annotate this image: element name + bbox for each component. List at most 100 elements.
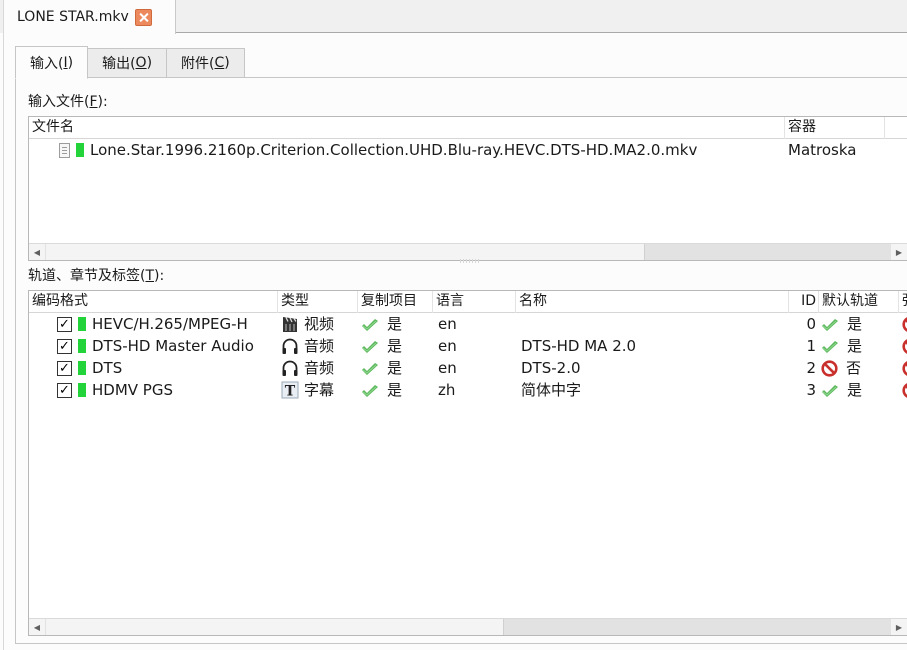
splitter-handle[interactable] (460, 259, 480, 263)
column-header-copy[interactable]: 复制项目 (358, 291, 433, 313)
close-x-icon[interactable] (134, 8, 152, 26)
tracks-label-mnemonic: T (145, 268, 155, 284)
track-id-text: 0 (806, 315, 816, 333)
column-header-codec[interactable]: 编码格式 (29, 291, 278, 313)
track-row[interactable]: ✓ HDMV PGS T 字幕 是 zh 简体中字 3 是 (29, 379, 907, 401)
codec-text: HDMV PGS (92, 381, 173, 399)
tab-input[interactable]: 输入(I) (15, 46, 89, 79)
forced-cell (899, 313, 907, 335)
no-icon (902, 338, 907, 355)
filename-cell: Lone.Star.1996.2160p.Criterion.Collectio… (29, 139, 785, 161)
tracks-label-suffix: ): (154, 268, 165, 284)
scroll-right-arrow-icon[interactable]: ▶ (890, 244, 907, 260)
tab-attachments[interactable]: 附件(C) (167, 48, 245, 78)
track-row[interactable]: ✓ HEVC/H.265/MPEG-H 视频 是 en 0 是 (29, 313, 907, 335)
scroll-left-arrow-icon[interactable]: ◀ (29, 244, 46, 260)
column-header-container[interactable]: 容器 (785, 117, 885, 139)
column-header-language[interactable]: 语言 (433, 291, 516, 313)
tab-attachments-label: 附件( (181, 56, 215, 72)
tab-input-label: 输入( (30, 55, 64, 72)
tab-output-label: 输出( (102, 56, 136, 72)
id-cell: 2 (789, 357, 819, 379)
forced-cell (899, 379, 907, 401)
no-icon (821, 359, 838, 377)
status-marker-icon (78, 361, 86, 375)
input-files-table: 文件名 容器 Lone.Star.1996.2160p.Criterion.Co… (28, 116, 907, 261)
id-cell: 0 (789, 313, 819, 335)
container-cell: Matroska (785, 139, 885, 161)
tracks-hscrollbar[interactable]: ◀ ▶ (29, 618, 907, 635)
input-files-hscrollbar[interactable]: ◀ ▶ (29, 243, 907, 260)
track-checkbox[interactable]: ✓ (57, 316, 72, 332)
track-name-text: DTS-HD MA 2.0 (521, 337, 637, 355)
column-header-forced[interactable]: 强 (899, 291, 907, 313)
codec-cell: ✓ DTS (29, 357, 278, 379)
track-id-text: 2 (806, 359, 816, 377)
status-marker-icon (78, 317, 86, 331)
scrollbar-thumb[interactable] (644, 244, 891, 260)
scroll-left-arrow-icon[interactable]: ◀ (29, 619, 46, 635)
name-cell: DTS-2.0 (516, 357, 789, 379)
language-text: en (438, 337, 457, 355)
column-header-name[interactable]: 名称 (516, 291, 789, 313)
track-name-text: DTS-2.0 (521, 359, 581, 377)
subtab-bar: 输入(I) 输出(O) 附件(C) (15, 46, 245, 79)
scrollbar-thumb[interactable] (503, 619, 891, 635)
column-header-filename[interactable]: 文件名 (29, 117, 785, 139)
type-text: 字幕 (304, 381, 335, 399)
check-icon (821, 339, 839, 353)
no-icon (902, 360, 907, 377)
id-cell: 1 (789, 335, 819, 357)
name-cell: 简体中字 (516, 379, 789, 401)
copy-cell: 是 (358, 335, 433, 357)
column-header-id[interactable]: ID (789, 291, 819, 313)
track-checkbox[interactable]: ✓ (57, 382, 72, 398)
file-tab[interactable]: LONE STAR.mkv (3, 0, 176, 34)
column-header-default[interactable]: 默认轨道 (819, 291, 899, 313)
input-files-label-suffix: ): (97, 94, 108, 110)
status-marker-icon (78, 383, 86, 397)
input-file-row[interactable]: Lone.Star.1996.2160p.Criterion.Collectio… (29, 139, 907, 161)
headphones-icon (281, 337, 299, 355)
track-row[interactable]: ✓ DTS-HD Master Audio 音频 是 en DTS-HD MA … (29, 335, 907, 357)
forced-cell (899, 335, 907, 357)
codec-cell: ✓ HDMV PGS (29, 379, 278, 401)
copy-cell: 是 (358, 313, 433, 335)
column-header-type[interactable]: 类型 (278, 291, 358, 313)
track-row[interactable]: ✓ DTS 音频 是 en DTS-2.0 2 否 (29, 357, 907, 379)
check-icon (361, 339, 379, 353)
copy-text: 是 (387, 381, 403, 399)
language-text: en (438, 315, 457, 333)
default-text: 是 (847, 315, 863, 333)
codec-cell: ✓ DTS-HD Master Audio (29, 335, 278, 357)
check-icon (821, 317, 839, 331)
scroll-right-arrow-icon[interactable]: ▶ (890, 619, 907, 635)
status-marker-icon (78, 339, 86, 353)
track-id-text: 1 (806, 337, 816, 355)
input-files-label-text: 输入文件( (28, 94, 90, 110)
id-cell: 3 (789, 379, 819, 401)
language-cell: en (433, 357, 516, 379)
container-text: Matroska (788, 141, 857, 159)
file-icon (59, 142, 70, 158)
copy-cell: 是 (358, 357, 433, 379)
headphones-icon (281, 359, 299, 377)
default-cell: 是 (819, 335, 899, 357)
tracks-header: 编码格式 类型 复制项目 语言 名称 ID 默认轨道 强 (29, 291, 907, 313)
track-checkbox[interactable]: ✓ (57, 338, 72, 354)
copy-cell: 是 (358, 379, 433, 401)
subtitle-t-icon: T (281, 381, 299, 399)
language-cell: en (433, 335, 516, 357)
type-cell: 音频 (278, 357, 358, 379)
check-icon (361, 317, 379, 331)
tab-output[interactable]: 输出(O) (88, 48, 168, 78)
name-cell (516, 313, 789, 335)
default-cell: 否 (819, 357, 899, 379)
track-checkbox[interactable]: ✓ (57, 360, 72, 376)
tab-attachments-mnemonic: C (214, 55, 225, 71)
type-cell: 视频 (278, 313, 358, 335)
column-header-empty (885, 117, 907, 139)
default-text: 否 (846, 359, 862, 377)
input-files-label-mnemonic: F (89, 94, 98, 110)
tracks-body: ✓ HEVC/H.265/MPEG-H 视频 是 en 0 是 ✓ DTS-HD… (29, 313, 907, 401)
